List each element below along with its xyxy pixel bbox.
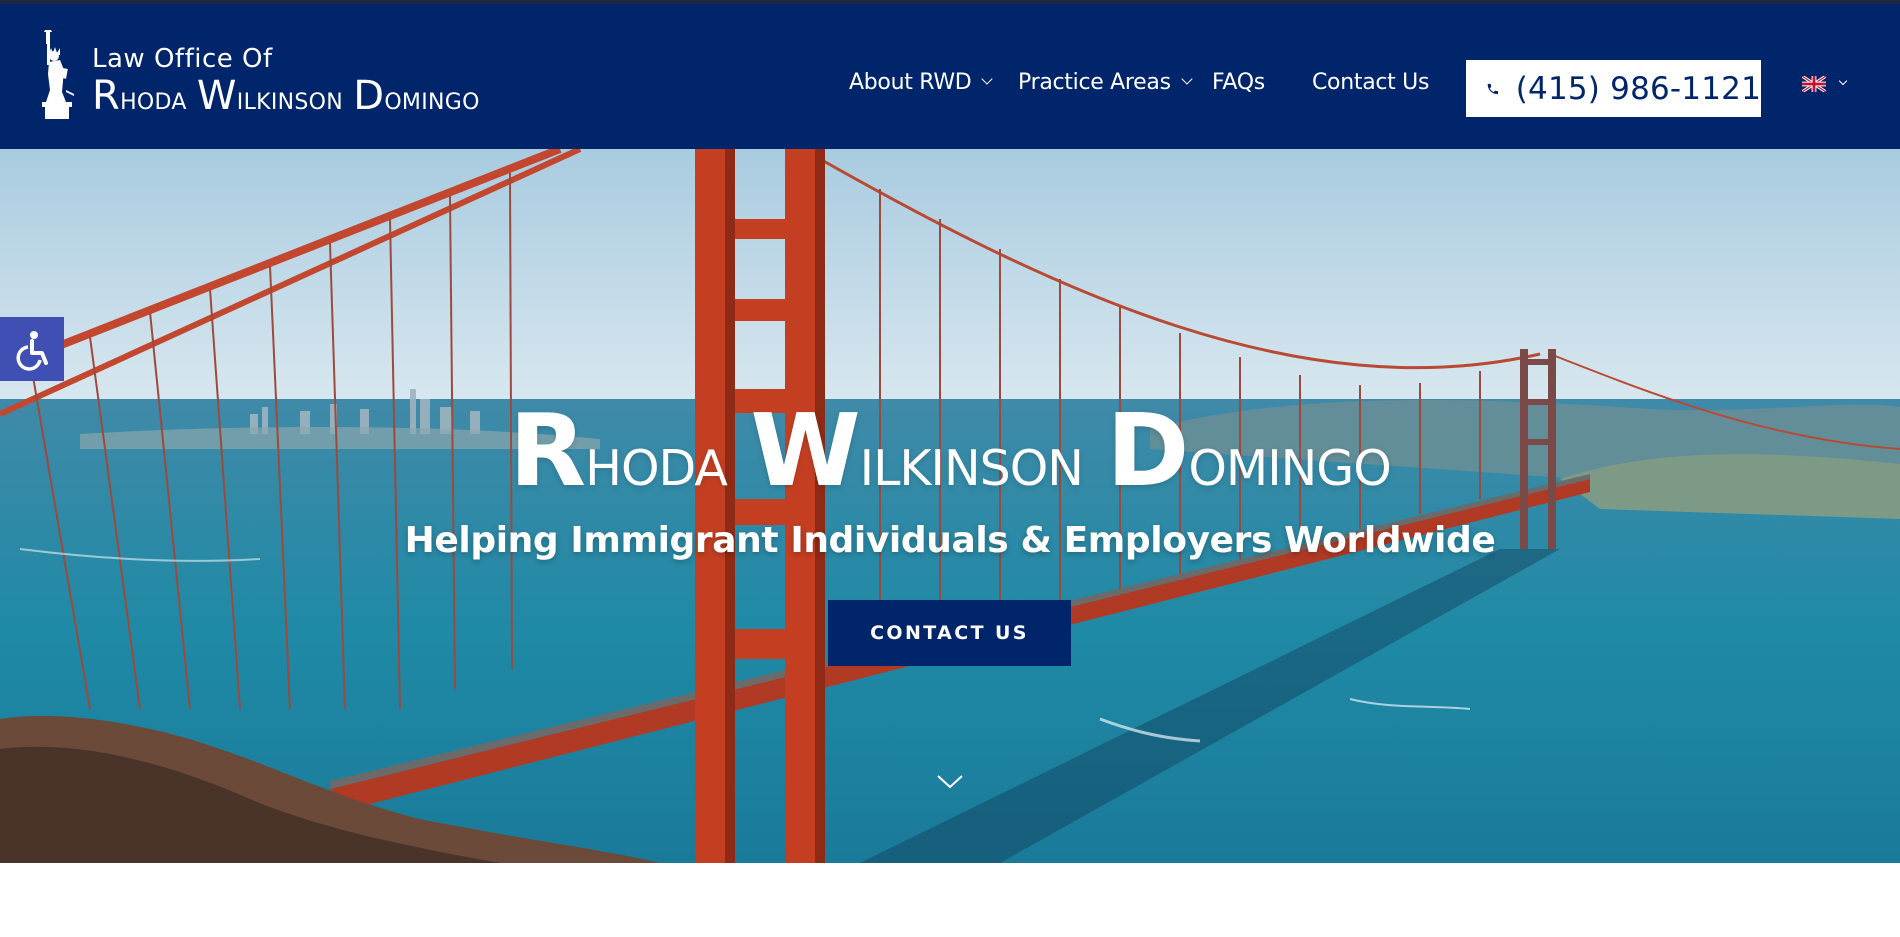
site-logo[interactable]: Law Office Of Rhoda Wilkinson Domingo [40,28,510,128]
logo-firm-name: Rhoda Wilkinson Domingo [92,76,480,117]
hero-cap: D [1106,392,1189,509]
hero-rest: ilkinson [859,420,1084,502]
hero-cap: W [750,392,860,509]
accessibility-button[interactable] [0,317,64,381]
logo-cap: R [92,73,121,119]
logo-cap: W [196,73,237,119]
hero-rest: omingo [1188,420,1391,502]
phone-number: (415) 986-1121 [1515,70,1761,107]
logo-rest: hoda [120,81,187,117]
logo-cap: D [353,73,385,119]
nav-about-rwd[interactable]: About RWD [849,70,994,95]
nav-faqs-label: FAQs [1212,70,1265,95]
logo-tagline: Law Office Of [92,44,273,74]
phone-button[interactable]: (415) 986-1121 [1466,60,1761,117]
chevron-down-icon[interactable] [935,772,965,792]
language-selector[interactable] [1802,76,1848,92]
chevron-down-icon [981,73,994,85]
nav-faqs[interactable]: FAQs [1212,70,1265,95]
site-header: Law Office Of Rhoda Wilkinson Domingo Ab… [0,4,1900,149]
hero-cap: R [509,392,586,509]
nav-contact-us[interactable]: Contact Us [1312,70,1429,95]
statue-of-liberty-icon [42,30,74,119]
hero-rest: hoda [585,420,728,502]
accessibility-icon [16,331,48,371]
logo-rest: ilkinson [236,81,344,117]
chevron-down-icon [1838,76,1848,86]
phone-icon [1487,83,1499,94]
nav-about-label: About RWD [849,70,972,95]
hero-title: Rhoda Wilkinson Domingo [0,392,1900,509]
hero-subtitle: Helping Immigrant Individuals & Employer… [404,520,1496,561]
chevron-down-icon [1181,73,1193,85]
nav-contact-label: Contact Us [1312,70,1430,95]
logo-rest: omingo [384,81,480,117]
contact-us-button[interactable]: CONTACT US [828,600,1071,666]
uk-flag-icon [1802,76,1826,92]
nav-practice-areas[interactable]: Practice Areas [1018,70,1193,95]
nav-practice-label: Practice Areas [1018,70,1171,95]
